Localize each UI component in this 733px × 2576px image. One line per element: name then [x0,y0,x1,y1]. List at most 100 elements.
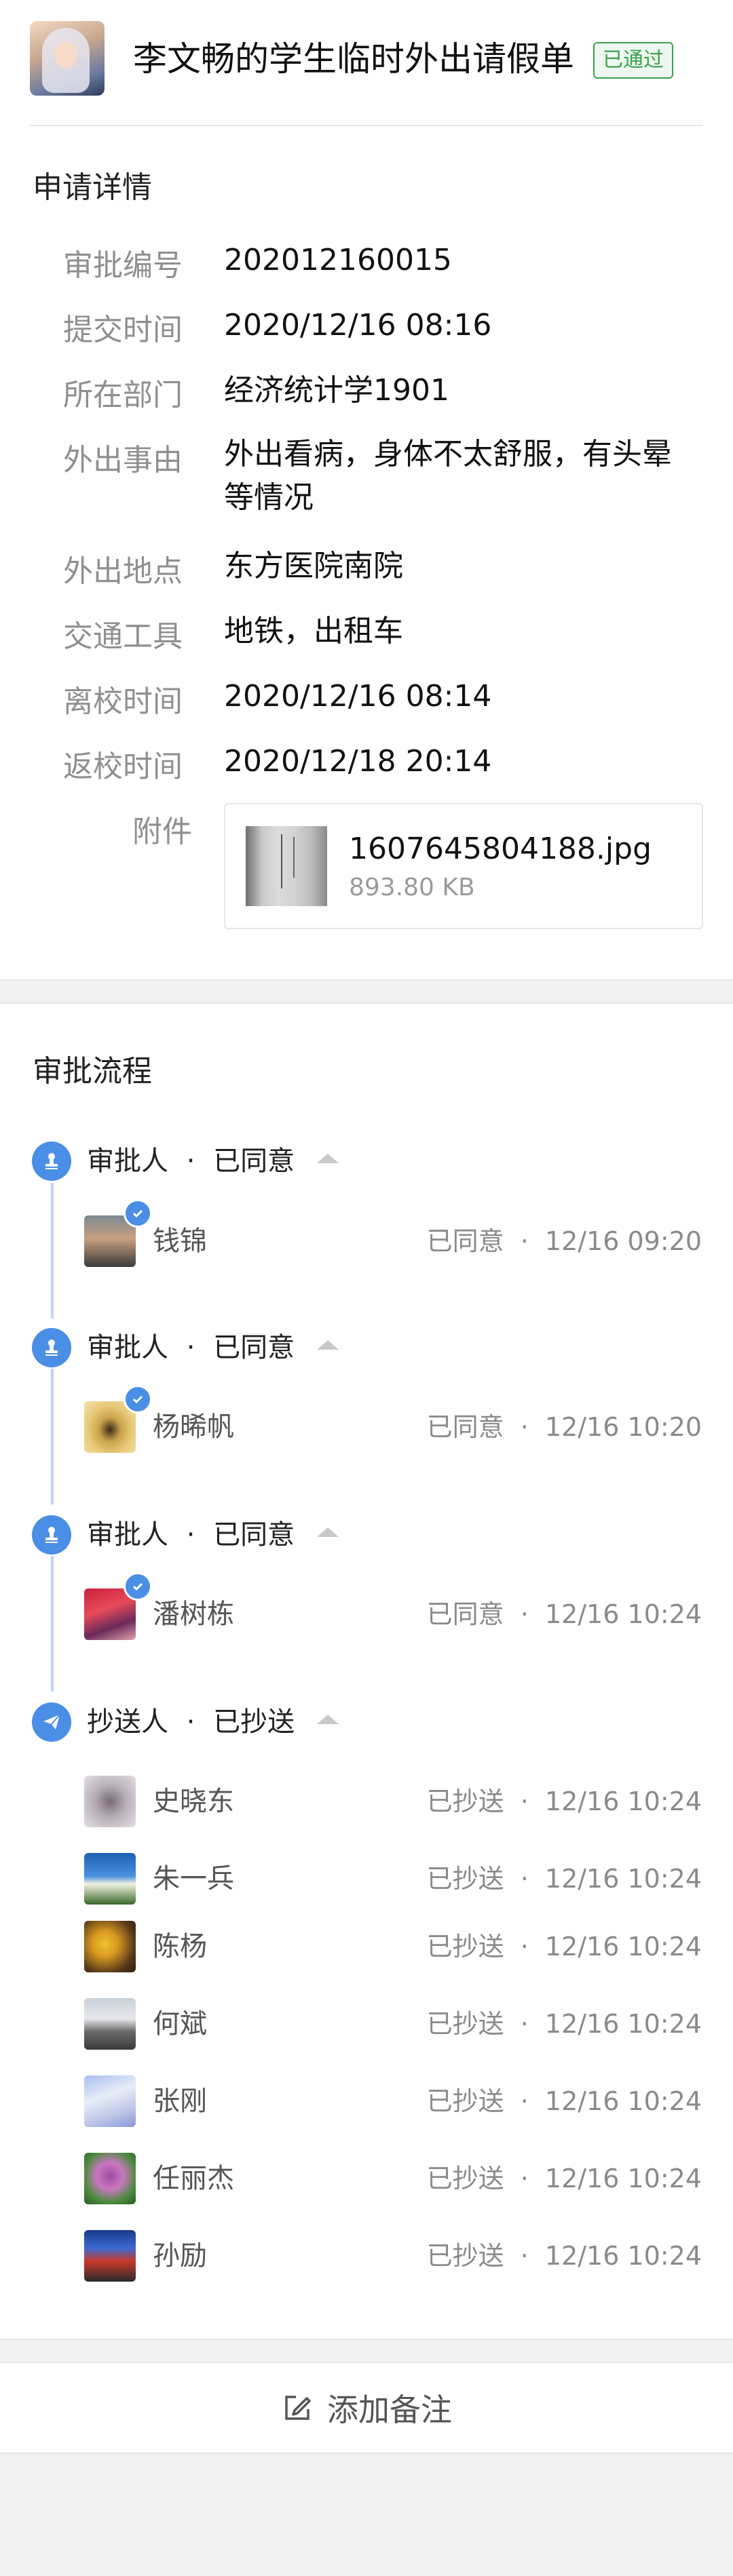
divider [0,1002,733,1004]
person-status: 已抄送 · 12/16 10:24 [427,2160,702,2198]
timeline-line [51,1556,54,1692]
status-text: 已同意 [426,1226,504,1256]
divider [30,125,703,126]
avatar[interactable] [84,1776,136,1827]
step-role: 审批人 [87,1519,168,1550]
step-role: 审批人 [87,1146,168,1177]
person-status: 已抄送 · 12/16 10:24 [427,1928,702,1966]
avatar[interactable] [84,1853,136,1905]
attachment-label: 附件 [132,815,192,849]
status-text: 已抄送 [426,1864,504,1894]
timeline-line [51,1369,54,1504]
page-title: 李文畅的学生临时外出请假单 [133,39,574,79]
status-separator: · [520,1599,529,1629]
send-icon [32,1702,71,1742]
collapse-caret-icon[interactable] [316,1340,339,1350]
timeline-line [51,1183,54,1319]
step-header[interactable]: 抄送人 · 已抄送 [87,1702,339,1742]
person-status: 已抄送 · 12/16 10:24 [427,2082,702,2120]
person-name: 任丽杰 [153,2163,234,2194]
person-status: 已抄送 · 12/16 10:24 [427,1860,702,1898]
status-separator: · [520,1412,529,1442]
status-text: 已抄送 [426,1932,504,1962]
status-time: 12/16 10:24 [544,2241,702,2271]
attachment-size: 893.80 KB [349,874,475,901]
collapse-caret-icon[interactable] [316,1527,339,1537]
avatar[interactable] [84,2230,136,2282]
status-time: 12/16 10:24 [544,1932,702,1962]
status-text: 已抄送 [426,2241,504,2271]
detail-value: 地铁，出租车 [224,614,403,648]
step-state: 已同意 [213,1146,295,1177]
detail-value: 2020/12/16 08:16 [224,308,492,343]
status-separator: · [520,2164,529,2193]
status-separator: · [520,2241,529,2271]
status-time: 12/16 10:24 [544,2164,702,2193]
detail-value: 外出看病，身体不太舒服，有头晕等情况 [224,437,672,515]
check-icon [124,1385,152,1413]
add-note-button[interactable]: 添加备注 [0,2362,733,2454]
status-time: 12/16 10:24 [544,1787,702,1816]
avatar-face [54,41,77,69]
status-text: 已抄送 [426,2086,504,2116]
detail-label: 审批编号 [63,248,183,283]
person-status: 已同意 · 12/16 10:20 [427,1408,702,1446]
person-name: 杨晞帆 [153,1411,234,1443]
flow-section-title: 审批流程 [33,1054,152,1089]
status-time: 12/16 10:24 [544,1599,702,1629]
status-badge: 已通过 [593,42,673,79]
step-separator: · [186,1519,195,1550]
add-note-label: 添加备注 [327,2392,452,2428]
divider [0,2339,733,2340]
divider [0,2453,733,2454]
step-header[interactable]: 审批人 · 已同意 [87,1515,339,1555]
person-status: 已同意 · 12/16 10:24 [427,1595,702,1633]
step-header[interactable]: 审批人 · 已同意 [87,1328,339,1367]
step-state: 已同意 [213,1519,295,1550]
status-time: 12/16 10:24 [544,2009,702,2039]
collapse-caret-icon[interactable] [316,1715,339,1724]
detail-label: 外出事由 [63,443,183,477]
stamp-icon [32,1515,71,1555]
person-status: 已抄送 · 12/16 10:24 [427,2005,702,2043]
person-name: 钱锦 [153,1226,207,1257]
status-separator: · [520,1864,529,1894]
step-separator: · [186,1146,195,1177]
status-separator: · [520,1932,529,1962]
detail-value: 经济统计学1901 [224,373,449,408]
attachment-card[interactable]: 1607645804188.jpg 893.80 KB [224,803,703,929]
status-text: 已同意 [426,1599,504,1629]
status-time: 12/16 09:20 [544,1226,702,1256]
avatar[interactable] [84,1998,136,2050]
avatar[interactable] [84,2075,136,2127]
avatar[interactable] [84,2153,136,2204]
detail-value: 2020/12/18 20:14 [224,744,492,779]
person-name: 何斌 [153,2008,207,2040]
applicant-avatar[interactable] [30,21,105,96]
status-separator: · [520,1787,529,1816]
detail-value: 东方医院南院 [224,549,403,583]
status-separator: · [520,1226,529,1256]
check-icon [124,1572,152,1601]
status-separator: · [520,2086,529,2116]
detail-label: 外出地点 [63,554,183,589]
status-text: 已抄送 [426,1787,504,1816]
details-section-title: 申请详情 [33,170,152,205]
step-header[interactable]: 审批人 · 已同意 [87,1141,339,1181]
step-separator: · [186,1332,195,1363]
stamp-icon [32,1328,71,1367]
edit-icon [285,2396,311,2420]
attachment-filename: 1607645804188.jpg [349,832,652,866]
person-status: 已同意 · 12/16 09:20 [427,1222,702,1260]
step-state: 已同意 [213,1332,295,1363]
stamp-icon [32,1141,71,1181]
person-name: 史晓东 [153,1786,234,1817]
collapse-caret-icon[interactable] [316,1154,339,1163]
step-separator: · [186,1706,195,1738]
avatar[interactable] [84,1921,136,1972]
attachment-thumbnail [246,826,327,906]
person-status: 已抄送 · 12/16 10:24 [427,2237,702,2275]
step-role: 审批人 [87,1332,168,1363]
person-name: 陈杨 [153,1931,207,1962]
step-role: 抄送人 [87,1706,168,1738]
